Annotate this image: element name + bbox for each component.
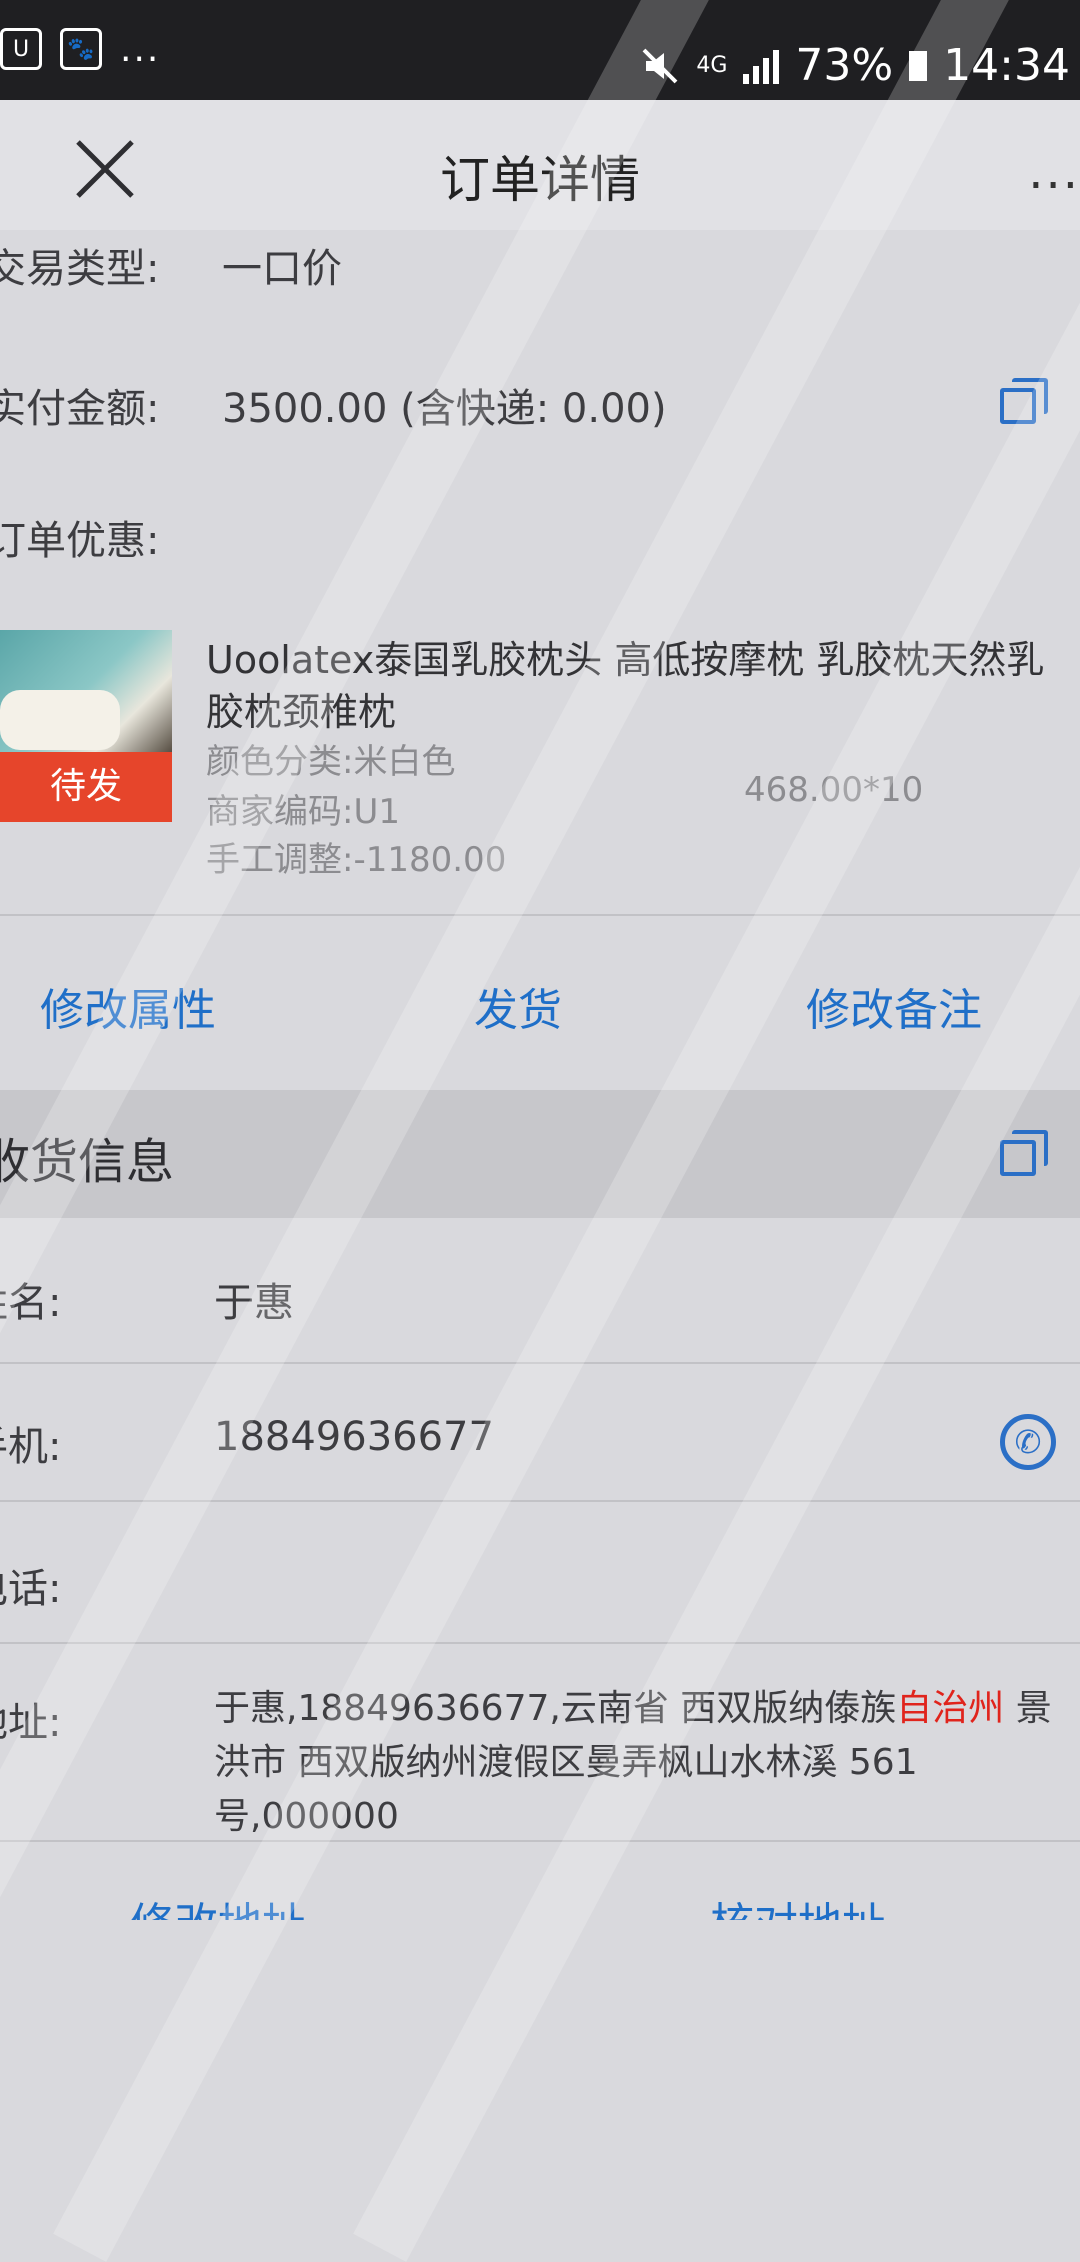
receiver-name-label: 姓名:	[0, 1280, 62, 1326]
copy-icon[interactable]	[1000, 378, 1048, 426]
battery-icon	[909, 50, 928, 81]
pillow-graphic	[0, 690, 120, 750]
ship-button[interactable]: 发货	[474, 974, 562, 1038]
product-merchant-code: 商家编码:U1	[206, 792, 400, 832]
modify-note-button[interactable]: 修改备注	[806, 974, 982, 1038]
section-title: 收货信息	[0, 1134, 175, 1190]
paid-amount-value: 3500.00 (含快递: 0.00)	[222, 386, 667, 432]
notification-app-icon: U	[0, 28, 42, 70]
receiver-mobile-value[interactable]: 18849636677	[214, 1414, 494, 1460]
receiver-mobile-row: 手机: 18849636677	[0, 1414, 1080, 1484]
product-title[interactable]: Uoolatex泰国乳胶枕头 高低按摩枕 乳胶枕天然乳胶枕颈椎枕	[206, 634, 1046, 738]
divider	[0, 1362, 1080, 1364]
signal-icon	[743, 48, 780, 84]
paw-app-icon: 🐾	[60, 28, 102, 70]
receiver-mobile-label: 手机:	[0, 1424, 62, 1470]
page-title: 订单详情	[440, 151, 640, 209]
address-highlight: 自治州	[896, 1688, 1005, 1729]
divider	[0, 1840, 1080, 1842]
status-bar-right: 4G 73% 14:34	[640, 40, 1070, 91]
receiver-phone-label: 电话:	[0, 1566, 62, 1612]
receiver-phone-row: 电话:	[0, 1556, 1080, 1626]
status-bar-left: U 🐾 ...	[0, 28, 160, 70]
network-type-label: 4G	[696, 52, 728, 78]
paid-amount-label: 实付金额:	[0, 386, 160, 432]
address-actions: 修改地址 核对地址	[0, 1880, 1080, 1920]
receiver-address-label: 地址:	[0, 1700, 62, 1746]
more-notifications-icon: ...	[120, 28, 161, 70]
mute-icon	[642, 48, 678, 83]
order-discount-label: 订单优惠:	[0, 518, 160, 564]
product-color: 颜色分类:米白色	[206, 742, 456, 782]
trade-type-value: 一口价	[222, 246, 342, 292]
clock: 14:34	[943, 40, 1070, 91]
receiver-section-header: 收货信息	[0, 1090, 1080, 1218]
verify-address-button[interactable]: 核对地址	[710, 1888, 886, 1920]
receiver-address-value[interactable]: 于惠,18849636677,云南省 西双版纳傣族自治州 景洪市 西双版纳州渡假…	[214, 1682, 1054, 1844]
battery-percent: 73%	[795, 40, 894, 91]
more-options-icon[interactable]: ...	[1028, 144, 1080, 200]
order-actions: 修改属性 发货 修改备注	[0, 960, 1080, 1060]
status-bar: U 🐾 ... 4G 73% 14:34	[0, 0, 1080, 100]
trade-type-row: 交易类型: 一口价	[0, 232, 1080, 312]
nav-bar: 订单详情 ...	[0, 100, 1080, 230]
receiver-name-value: 于惠	[214, 1280, 294, 1326]
modify-address-button[interactable]: 修改地址	[130, 1888, 306, 1920]
status-badge: 待发	[0, 752, 172, 822]
product-manual-adjust: 手工调整:-1180.00	[206, 840, 507, 880]
modify-attributes-button[interactable]: 修改属性	[40, 974, 216, 1038]
product-price-qty: 468.00*10	[744, 770, 924, 810]
paid-amount-row: 实付金额: 3500.00 (含快递: 0.00)	[0, 366, 1080, 456]
divider	[0, 1500, 1080, 1502]
divider	[0, 914, 1080, 916]
divider	[0, 1642, 1080, 1644]
trade-type-label: 交易类型:	[0, 246, 160, 292]
order-discount-row: 订单优惠:	[0, 500, 1080, 580]
address-text-1: 于惠,18849636677,云南省 西双版纳傣族	[214, 1688, 897, 1729]
copy-icon[interactable]	[1000, 1130, 1048, 1178]
phone-call-icon[interactable]: ✆	[1000, 1414, 1056, 1470]
receiver-name-row: 姓名: 于惠	[0, 1270, 1080, 1340]
